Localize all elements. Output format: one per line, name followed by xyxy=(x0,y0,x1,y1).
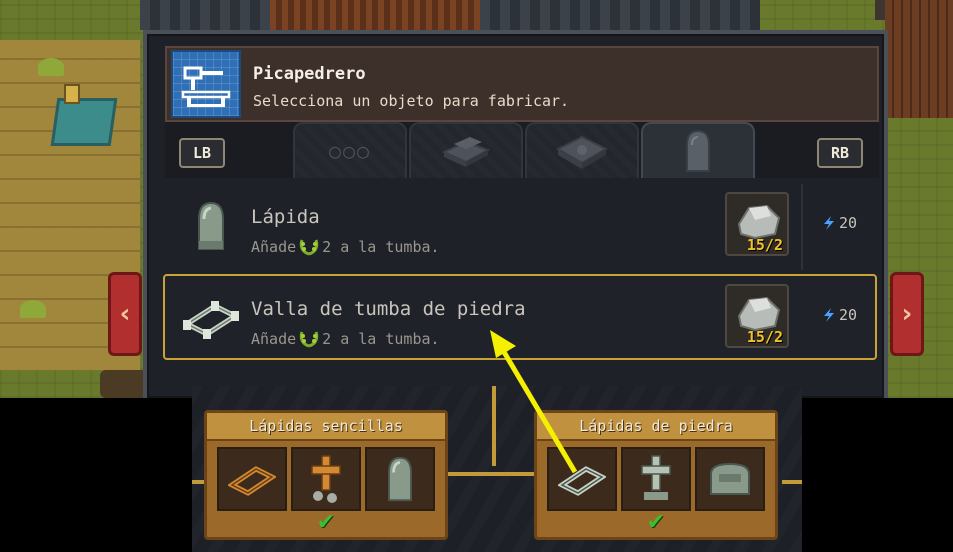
prev-page-arrow[interactable]: ‹ xyxy=(108,272,142,356)
tab-stone-blocks[interactable] xyxy=(409,122,523,178)
tab-gravestones[interactable] xyxy=(641,122,755,178)
tab-more[interactable]: ○○○ xyxy=(293,122,407,178)
roof-beam xyxy=(270,0,480,30)
blueprint-desk xyxy=(50,98,118,146)
node-title: Lápidas de piedra xyxy=(537,413,775,441)
wooden-cross-icon xyxy=(291,447,361,511)
laurel-icon xyxy=(299,331,319,348)
recipe-name: Lápida xyxy=(251,206,320,228)
gravestone-icon xyxy=(183,198,239,254)
wooden-house xyxy=(885,0,953,118)
column-divider xyxy=(801,184,803,270)
rb-button[interactable]: RB xyxy=(817,138,863,168)
more-dots-icon: ○○○ xyxy=(328,139,372,163)
unlocked-check-icon: ✔ xyxy=(646,510,666,535)
stone-cross-icon xyxy=(621,447,691,511)
tree-connector xyxy=(442,472,542,476)
node-title: Lápidas sencillas xyxy=(207,413,445,441)
crafting-header: Picapedrero Selecciona un objeto para fa… xyxy=(165,46,879,122)
grass-tuft xyxy=(38,58,64,76)
lb-button[interactable]: LB xyxy=(179,138,225,168)
tech-node-stone-gravestones[interactable]: Lápidas de piedra ✔ xyxy=(534,410,778,540)
recipe-list: Lápida Añade 2 a la tumba. 15/2 20 Valla… xyxy=(163,184,879,402)
stone-fence-icon xyxy=(183,290,239,346)
recipe-description: Añade 2 a la tumba. xyxy=(251,238,440,256)
energy-cost: 20 xyxy=(821,306,857,324)
station-title: Picapedrero xyxy=(253,64,366,84)
desk-lamp xyxy=(64,84,80,104)
station-subtitle: Selecciona un objeto para fabricar. xyxy=(253,92,570,110)
desc-prefix: Añade xyxy=(251,330,297,348)
recipe-row-selected[interactable]: Valla de tumba de piedra Añade 2 a la tu… xyxy=(163,274,877,360)
gravestone-tab-icon xyxy=(686,129,710,172)
stone-count: 15/2 xyxy=(746,236,783,254)
desc-suffix: 2 a la tumba. xyxy=(322,330,440,348)
grass-tuft xyxy=(20,300,46,318)
tree-connector xyxy=(492,386,496,466)
energy-value: 20 xyxy=(839,214,858,232)
node-items xyxy=(217,447,435,511)
crafting-window: Picapedrero Selecciona un objeto para fa… xyxy=(143,30,888,398)
stone-material-slot: 15/2 xyxy=(725,192,789,256)
workbench-blueprint-icon xyxy=(171,50,241,118)
ornate-slab-icon xyxy=(555,135,609,169)
unlocked-check-icon: ✔ xyxy=(316,510,336,535)
energy-value: 20 xyxy=(839,306,858,324)
recipe-row[interactable]: Lápida Añade 2 a la tumba. 15/2 20 xyxy=(165,184,879,270)
category-tabs: LB ○○○ RB xyxy=(165,122,879,178)
energy-bolt-icon xyxy=(824,216,834,230)
energy-cost: 20 xyxy=(821,214,857,232)
stone-fence-icon xyxy=(547,447,617,511)
energy-bolt-icon xyxy=(824,308,834,322)
node-items xyxy=(547,447,765,511)
tech-node-simple-gravestones[interactable]: Lápidas sencillas ✔ xyxy=(204,410,448,540)
tree-connector xyxy=(782,480,802,484)
stone-material-slot: 15/2 xyxy=(725,284,789,348)
stone-tomb-icon xyxy=(695,447,765,511)
stone-blocks-icon xyxy=(441,137,491,167)
tab-stone-slab[interactable] xyxy=(525,122,639,178)
desc-prefix: Añade xyxy=(251,238,297,256)
recipe-name: Valla de tumba de piedra xyxy=(251,298,526,320)
recipe-description: Añade 2 a la tumba. xyxy=(251,330,440,348)
stone-count: 15/2 xyxy=(746,328,783,346)
wooden-fence-icon xyxy=(217,447,287,511)
gravestone-icon xyxy=(365,447,435,511)
laurel-icon xyxy=(299,239,319,256)
desc-suffix: 2 a la tumba. xyxy=(322,238,440,256)
tech-tree-panel: Lápidas sencillas ✔ Lápidas de piedra ✔ xyxy=(192,386,802,552)
next-page-arrow[interactable]: › xyxy=(890,272,924,356)
